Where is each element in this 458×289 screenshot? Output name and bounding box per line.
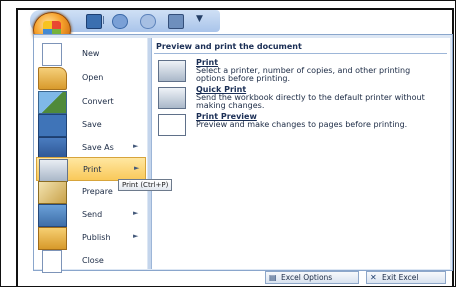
new-document-icon — [42, 43, 62, 66]
menu-item-label: Open — [82, 73, 104, 82]
menu-item-print[interactable]: Print ► — [36, 157, 146, 182]
submenu-arrow-icon: ► — [134, 164, 140, 172]
submenu-arrow-icon: ► — [133, 232, 139, 240]
undo-icon[interactable] — [112, 14, 128, 29]
menu-item-label: New — [82, 49, 100, 58]
menu-item-label: Prepare — [82, 187, 113, 196]
send-icon — [38, 204, 67, 227]
menu-item-label: Print — [83, 165, 102, 174]
option-description: Send the workbook directly to the defaul… — [196, 93, 425, 110]
separator-icon: | — [102, 15, 105, 24]
exit-excel-button[interactable]: ✕ Exit Excel — [366, 271, 446, 284]
option-print-preview[interactable]: Print Preview Preview and make changes t… — [155, 112, 445, 142]
submenu-arrow-icon: ► — [133, 209, 139, 217]
prepare-icon — [38, 181, 67, 204]
excel-options-label: Excel Options — [281, 273, 333, 282]
submenu-header: Preview and print the document — [156, 42, 302, 51]
options-icon: ▤ — [269, 273, 277, 282]
option-description: Select a printer, number of copies, and … — [196, 66, 411, 83]
menu-item-label: Publish — [82, 233, 111, 242]
save-disk-icon — [38, 114, 67, 137]
option-print[interactable]: Print Select a printer, number of copies… — [155, 58, 445, 88]
option-quick-print[interactable]: Quick Print Send the workbook directly t… — [155, 85, 445, 115]
redo-icon[interactable] — [140, 14, 156, 29]
submenu-arrow-icon: ► — [133, 142, 139, 150]
menu-item-save[interactable]: Save — [36, 113, 146, 137]
close-document-icon — [42, 250, 62, 273]
print-preview-icon — [158, 114, 186, 136]
exit-excel-label: Exit Excel — [382, 273, 419, 282]
menu-item-publish[interactable]: Publish ► — [36, 226, 146, 250]
publish-icon — [38, 227, 67, 250]
quick-print-icon[interactable] — [168, 14, 184, 29]
open-folder-icon — [38, 67, 67, 90]
header-divider — [154, 53, 447, 54]
menu-item-new[interactable]: New — [36, 42, 146, 66]
close-x-icon: ✕ — [370, 273, 377, 282]
customize-icon[interactable]: ▼ — [196, 15, 203, 24]
excel-options-button[interactable]: ▤ Excel Options — [265, 271, 359, 284]
menu-item-convert[interactable]: Convert — [36, 90, 146, 114]
quick-print-icon — [158, 87, 186, 109]
menu-item-label: Close — [82, 256, 104, 265]
menu-item-label: Convert — [82, 97, 114, 106]
menu-item-send[interactable]: Send ► — [36, 203, 146, 227]
menu-item-label: Save As — [82, 143, 114, 152]
menu-item-label: Save — [82, 120, 102, 129]
save-icon[interactable] — [86, 14, 102, 29]
convert-icon — [38, 91, 67, 114]
printer-icon — [39, 159, 68, 182]
print-tooltip: Print (Ctrl+P) — [118, 179, 173, 191]
option-description: Preview and make changes to pages before… — [196, 120, 408, 129]
menu-item-label: Send — [82, 210, 103, 219]
printer-icon — [158, 60, 186, 82]
menu-item-close[interactable]: Close — [36, 249, 146, 273]
menu-item-open[interactable]: Open — [36, 66, 146, 90]
